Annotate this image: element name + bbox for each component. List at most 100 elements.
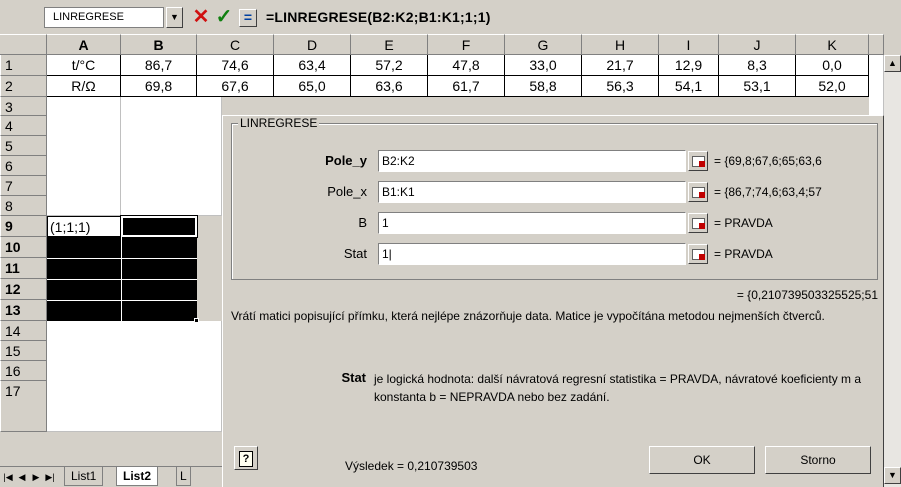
row-header-13[interactable]: 13	[0, 300, 47, 321]
column-header-c[interactable]: C	[197, 34, 274, 55]
cell-f1[interactable]: 47,8	[428, 55, 505, 76]
next-sheet-icon[interactable]: ▶	[30, 470, 42, 484]
row-header-14[interactable]: 14	[0, 321, 47, 341]
prev-sheet-icon[interactable]: ◀	[16, 470, 28, 484]
arg-input-stat[interactable]: 1|	[378, 243, 686, 265]
cell-d1[interactable]: 63,4	[274, 55, 351, 76]
sheet-tab-list2[interactable]: List2	[116, 467, 159, 486]
current-arg-description: je logická hodnota: další návratová regr…	[374, 372, 862, 404]
scroll-down-icon[interactable]: ▼	[884, 467, 901, 484]
column-header-g[interactable]: G	[505, 34, 582, 55]
arg-input-b[interactable]: 1	[378, 212, 686, 234]
arguments-group: LINREGRESE Pole_y B2:K2 = {69,8;67,6;65;…	[231, 116, 878, 280]
cell-c2[interactable]: 67,6	[197, 76, 274, 97]
cell-e1[interactable]: 57,2	[351, 55, 428, 76]
row-header-5[interactable]: 5	[0, 136, 47, 156]
row-header-11[interactable]: 11	[0, 258, 47, 279]
arg-label-pole-y: Pole_y	[325, 153, 367, 168]
row-header-7[interactable]: 7	[0, 176, 47, 196]
cell-j2[interactable]: 53,1	[719, 76, 796, 97]
cell-i2[interactable]: 54,1	[659, 76, 719, 97]
collapse-dialog-icon[interactable]	[688, 244, 708, 264]
arg-result-pole-y: = {69,8;67,6;65;63,6	[714, 154, 822, 168]
cell-g1[interactable]: 33,0	[505, 55, 582, 76]
formula-input[interactable]: =LINREGRESE(B2:K2;B1:K1;1;1)	[266, 6, 491, 28]
arg-result-stat: = PRAVDA	[714, 247, 773, 261]
arg-input-pole-y[interactable]: B2:K2	[378, 150, 686, 172]
first-sheet-icon[interactable]: |◀	[2, 470, 14, 484]
row-header-10[interactable]: 10	[0, 237, 47, 258]
edit-formula-icon[interactable]: =	[239, 9, 257, 27]
help-icon: ?	[239, 451, 253, 467]
collapse-dialog-icon[interactable]	[688, 151, 708, 171]
cell-e2[interactable]: 63,6	[351, 76, 428, 97]
row-header-1[interactable]: 1	[0, 55, 47, 76]
row-header-17[interactable]: 17	[0, 381, 47, 432]
column-header-j[interactable]: J	[719, 34, 796, 55]
collapse-dialog-icon[interactable]	[688, 182, 708, 202]
row-header-6[interactable]: 6	[0, 156, 47, 176]
column-header-f[interactable]: F	[428, 34, 505, 55]
cancel-formula-icon[interactable]: ✕	[190, 5, 212, 29]
column-header-e[interactable]: E	[351, 34, 428, 55]
last-sheet-icon[interactable]: ▶|	[44, 470, 56, 484]
column-header-d[interactable]: D	[274, 34, 351, 55]
scroll-up-icon[interactable]: ▲	[884, 55, 901, 72]
cell-a2[interactable]: R/Ω	[47, 76, 121, 97]
cell-k1[interactable]: 0,0	[796, 55, 869, 76]
column-header-a[interactable]: A	[47, 34, 121, 55]
arg-input-pole-x[interactable]: B1:K1	[378, 181, 686, 203]
row-header-2[interactable]: 2	[0, 76, 47, 97]
row-header-3[interactable]: 3	[0, 97, 47, 116]
row-header-15[interactable]: 15	[0, 341, 47, 361]
cell-b1[interactable]: 86,7	[121, 55, 197, 76]
cell-b2[interactable]: 69,8	[121, 76, 197, 97]
formula-bar: LINREGRESE ▼ ✕ ✓ = =LINREGRESE(B2:K2;B1:…	[0, 0, 901, 34]
row-header-9[interactable]: 9	[0, 216, 47, 237]
cell-i1[interactable]: 12,9	[659, 55, 719, 76]
function-arguments-dialog: LINREGRESE Pole_y B2:K2 = {69,8;67,6;65;…	[222, 115, 884, 487]
cell-a9-editing[interactable]: (1;1;1)	[47, 216, 121, 237]
row-header-16[interactable]: 16	[0, 361, 47, 381]
empty-cells-a14-b17[interactable]	[47, 321, 222, 432]
row-header-4[interactable]: 4	[0, 116, 47, 136]
empty-cells-a3-a8[interactable]	[47, 97, 121, 216]
cell-k2[interactable]: 52,0	[796, 76, 869, 97]
column-header-k[interactable]: K	[796, 34, 869, 55]
cell-a1[interactable]: t/°C	[47, 55, 121, 76]
formula-result-label: Výsledek = 0,210739503	[345, 459, 478, 473]
column-header-i[interactable]: I	[659, 34, 719, 55]
row-header-8[interactable]: 8	[0, 196, 47, 216]
ok-button[interactable]: OK	[649, 446, 755, 474]
cell-c1[interactable]: 74,6	[197, 55, 274, 76]
current-arg-name: Stat	[341, 370, 366, 385]
selection-divider	[47, 279, 197, 280]
help-button[interactable]: ?	[234, 446, 258, 470]
vertical-scrollbar[interactable]: ▲ ▼	[884, 55, 901, 487]
enter-formula-icon[interactable]: ✓	[213, 5, 235, 29]
select-all-corner[interactable]	[0, 34, 47, 55]
column-header-b[interactable]: B	[121, 34, 197, 55]
arg-label-stat: Stat	[343, 246, 367, 261]
cell-h1[interactable]: 21,7	[582, 55, 659, 76]
cancel-button[interactable]: Storno	[765, 446, 871, 474]
name-box-dropdown-icon[interactable]: ▼	[166, 7, 183, 28]
name-box[interactable]: LINREGRESE	[44, 7, 164, 28]
cell-j1[interactable]: 8,3	[719, 55, 796, 76]
fill-handle[interactable]	[194, 318, 199, 323]
sheet-tab-partial[interactable]: L	[176, 467, 191, 486]
sheet-tab-list1[interactable]: List1	[64, 467, 104, 486]
cell-b9-selected[interactable]	[120, 215, 198, 238]
arg-label-b: B	[358, 215, 367, 230]
function-name-legend: LINREGRESE	[238, 116, 320, 130]
row-header-12[interactable]: 12	[0, 279, 47, 300]
arg-result-pole-x: = {86,7;74,6;63,4;57	[714, 185, 822, 199]
cell-h2[interactable]: 56,3	[582, 76, 659, 97]
collapse-dialog-icon[interactable]	[688, 213, 708, 233]
cell-f2[interactable]: 61,7	[428, 76, 505, 97]
cell-g2[interactable]: 58,8	[505, 76, 582, 97]
empty-cells-b3-b8[interactable]	[121, 97, 222, 216]
cell-d2[interactable]: 65,0	[274, 76, 351, 97]
column-header-h[interactable]: H	[582, 34, 659, 55]
formula-result-preview: = {0,210739503325525;51	[736, 288, 878, 302]
